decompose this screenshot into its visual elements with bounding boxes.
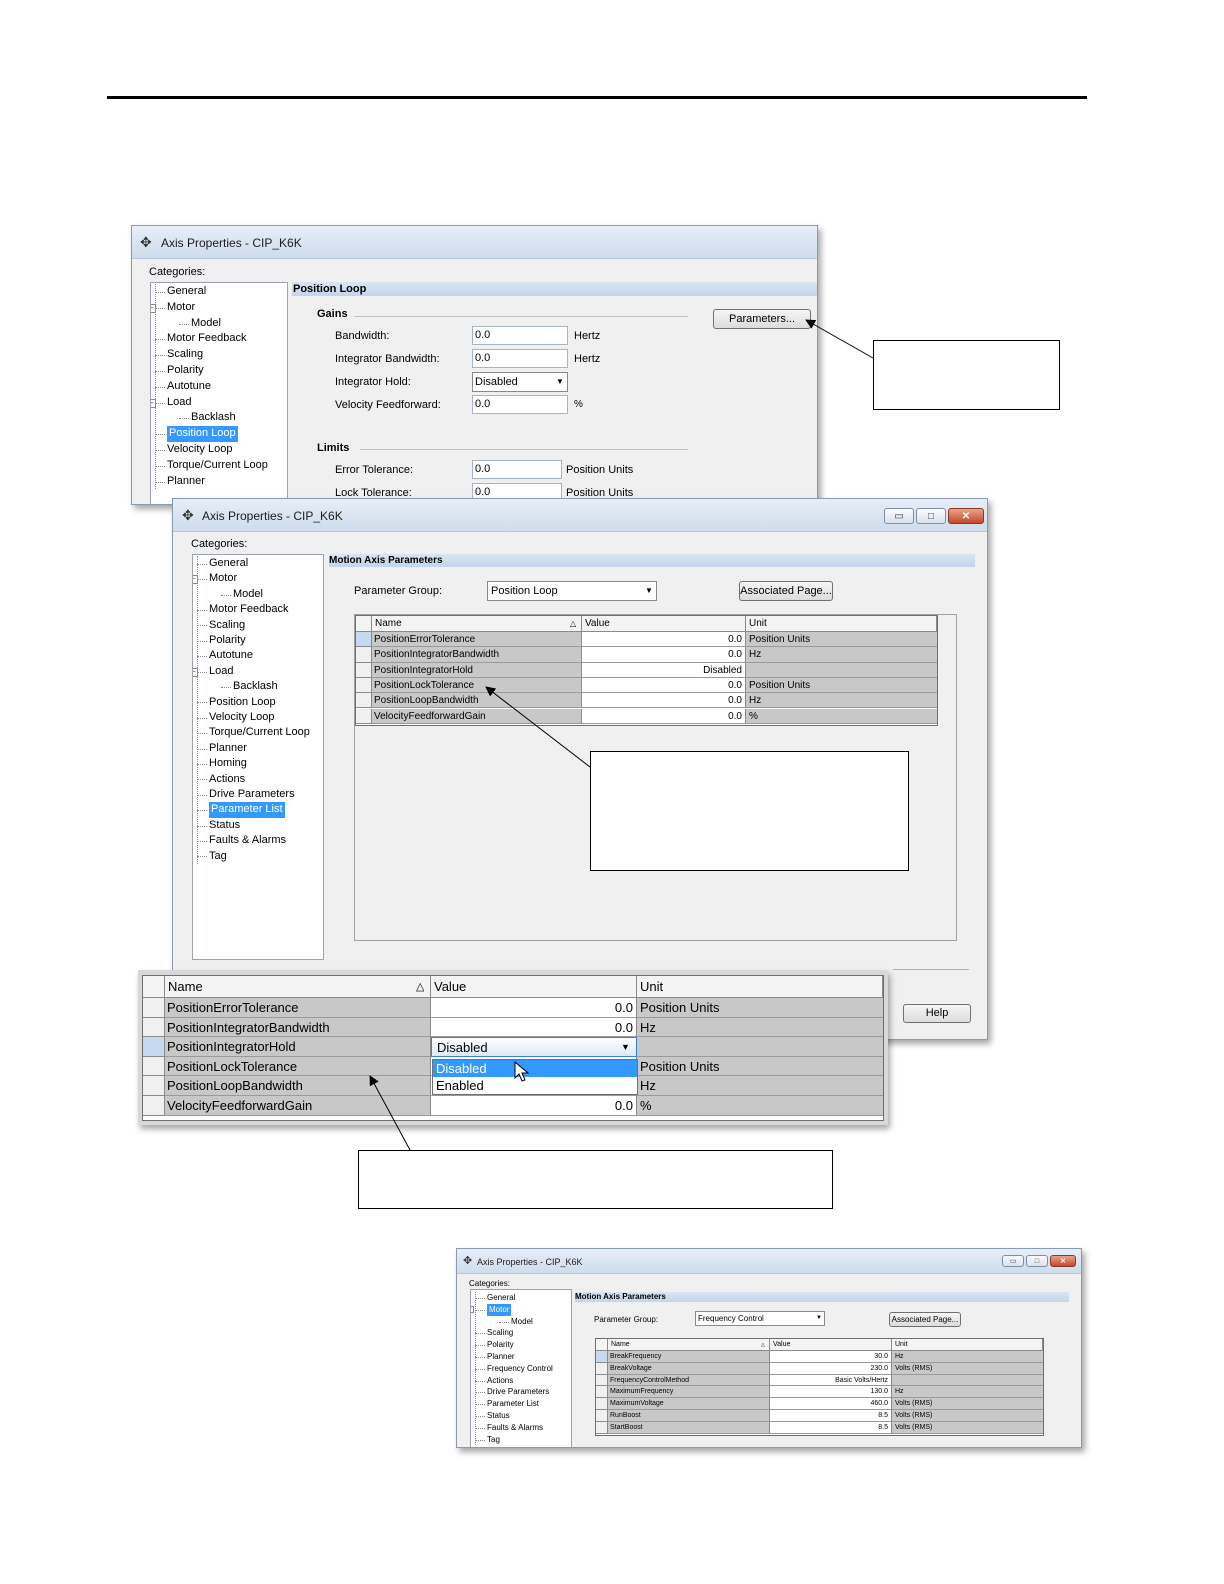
callout-arrow-1 xyxy=(805,319,874,359)
callout-arrow-3 xyxy=(369,1075,411,1151)
callout-arrows xyxy=(369,319,874,1151)
callout-arrow-2 xyxy=(485,686,591,768)
